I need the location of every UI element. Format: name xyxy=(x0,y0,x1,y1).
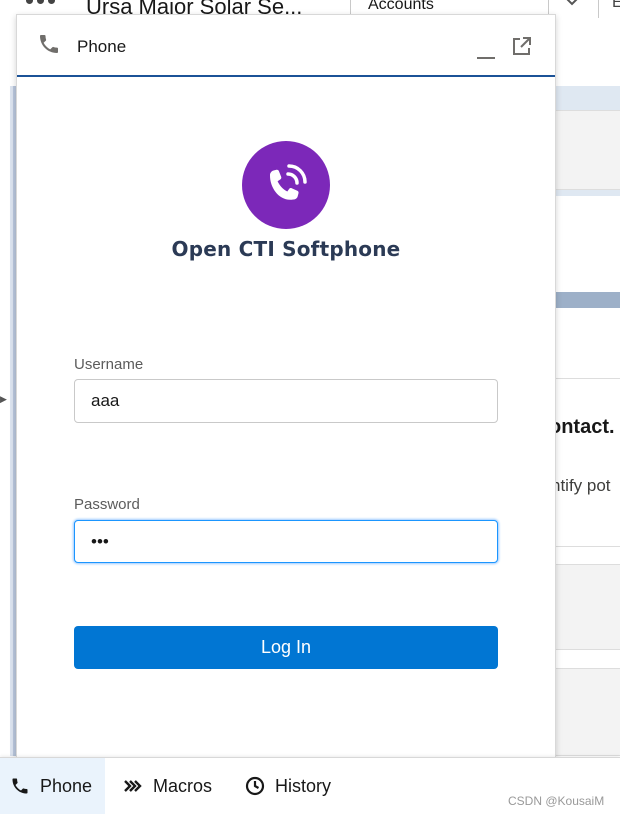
background-card xyxy=(555,196,620,292)
background-card-box xyxy=(555,564,620,650)
background-card-box xyxy=(555,668,620,756)
username-input[interactable] xyxy=(74,379,498,423)
expand-left-icon[interactable]: ▶ xyxy=(0,394,7,405)
phone-icon xyxy=(37,32,61,56)
background-divider xyxy=(555,546,620,547)
nav-tab-accounts[interactable]: Accounts xyxy=(368,0,434,14)
background-card-text: ntify pot xyxy=(551,476,611,495)
clock-icon xyxy=(245,776,265,796)
utility-item-label: Phone xyxy=(40,775,93,796)
utility-item-macros[interactable]: Macros xyxy=(123,758,212,814)
utility-item-phone[interactable]: Phone xyxy=(0,758,105,814)
panel-header: Phone xyxy=(17,15,555,77)
username-label: Username xyxy=(74,356,144,373)
macros-icon xyxy=(124,780,142,792)
nav-tab-partial[interactable]: E xyxy=(612,0,620,12)
phone-icon xyxy=(12,778,28,794)
softphone-logo xyxy=(242,141,330,229)
softphone-logo-text: Open CTI Softphone xyxy=(171,237,401,261)
background-divider xyxy=(555,378,620,379)
utility-item-label: History xyxy=(275,775,332,796)
login-button[interactable]: Log In xyxy=(74,626,498,669)
minimize-icon[interactable] xyxy=(475,37,499,61)
phone-ringing-icon xyxy=(269,164,307,200)
background-bar xyxy=(555,292,620,308)
nav-divider xyxy=(598,0,599,18)
utility-item-label: Macros xyxy=(153,775,213,796)
watermark: CSDN @KousaiM xyxy=(508,794,605,808)
popout-icon[interactable] xyxy=(511,35,533,57)
chevron-down-icon[interactable] xyxy=(562,0,582,15)
password-input[interactable] xyxy=(74,520,498,563)
utility-item-history[interactable]: History xyxy=(245,758,331,814)
background-banner-section xyxy=(555,110,620,190)
password-label: Password xyxy=(74,496,140,513)
background-card-heading: ontact. xyxy=(549,416,615,438)
panel-title: Phone xyxy=(77,37,127,56)
phone-panel: Phone Open CTI Softphone Username Passwo… xyxy=(16,14,556,758)
